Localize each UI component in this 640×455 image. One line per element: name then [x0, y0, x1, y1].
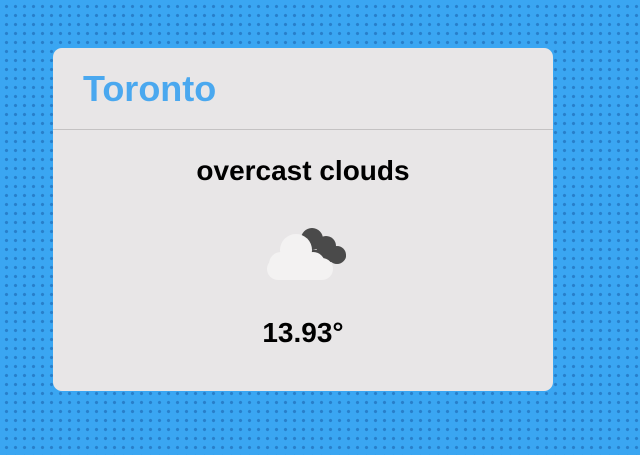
weather-card: Toronto overcast clouds 13.93° — [53, 48, 553, 391]
card-body: overcast clouds 13.93° — [53, 130, 553, 390]
temperature-value: 13.93° — [262, 317, 344, 348]
overcast-clouds-icon — [267, 228, 346, 280]
weather-description: overcast clouds — [196, 155, 410, 186]
card-header: Toronto — [53, 48, 553, 130]
city-name: Toronto — [83, 68, 217, 109]
page-background: { "weather_card": { "city": "Toronto", "… — [0, 0, 640, 455]
